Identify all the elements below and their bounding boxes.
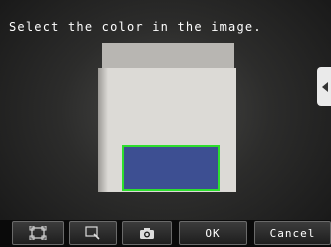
cancel-button-label: Cancel: [269, 226, 316, 240]
camera-button[interactable]: [122, 221, 172, 245]
zoom-icon: [85, 226, 100, 240]
zoom-button[interactable]: [69, 221, 117, 245]
color-selection-frame[interactable]: [122, 145, 220, 191]
frame-select-icon: [29, 226, 47, 240]
frame-select-button[interactable]: [12, 221, 64, 245]
instruction-text: Select the color in the image.: [9, 20, 262, 34]
camera-image-view[interactable]: Select the color in the image.: [0, 0, 331, 247]
cancel-button[interactable]: Cancel: [254, 221, 331, 245]
camera-icon: [140, 227, 154, 239]
ok-button-label: OK: [205, 226, 221, 240]
object-top-face: [102, 43, 234, 70]
side-panel-tab[interactable]: [317, 67, 331, 106]
object-shading: [98, 68, 108, 192]
chevron-left-icon: [322, 81, 328, 92]
ok-button[interactable]: OK: [179, 221, 247, 245]
